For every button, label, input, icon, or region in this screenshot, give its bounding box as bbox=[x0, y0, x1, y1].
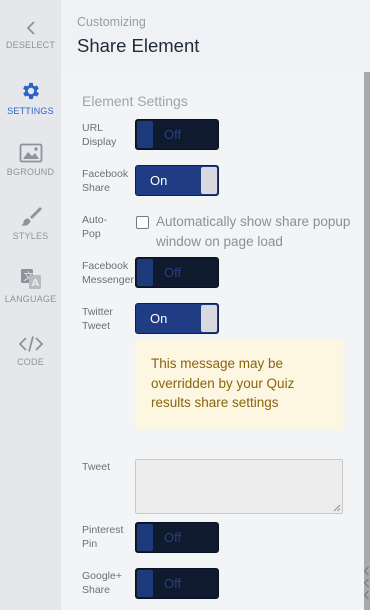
section-title: Element Settings bbox=[82, 93, 188, 109]
toggle-state: Off bbox=[164, 576, 182, 591]
sidebar-item-settings[interactable]: SETTINGS bbox=[0, 80, 61, 116]
toggle-state: On bbox=[150, 173, 168, 188]
resize-handle-icon[interactable] bbox=[333, 504, 341, 512]
drag-handle-icon[interactable] bbox=[363, 563, 370, 603]
auto-pop-checkbox[interactable] bbox=[136, 216, 149, 229]
sidebar-item-language[interactable]: 文 A LANGUAGE bbox=[0, 268, 61, 304]
gear-icon bbox=[22, 82, 39, 100]
page-title: Share Element bbox=[77, 35, 200, 56]
tweet-label: Tweet bbox=[82, 461, 111, 473]
sidebar-item-bground[interactable]: BGROUND bbox=[0, 143, 61, 177]
toggle-knob bbox=[137, 524, 153, 551]
facebook-messenger-label: Facebook Messenger bbox=[82, 260, 134, 286]
styles-label: STYLES bbox=[12, 231, 49, 241]
auto-pop-label: Auto-Pop bbox=[82, 214, 108, 240]
bground-label: BGROUND bbox=[6, 167, 55, 177]
pinterest-pin-toggle[interactable]: Off bbox=[135, 522, 219, 553]
google-share-toggle[interactable]: Off bbox=[135, 568, 219, 599]
panel-scrollbar[interactable] bbox=[364, 72, 370, 610]
facebook-share-toggle[interactable]: On bbox=[135, 165, 219, 196]
twitter-tweet-label: Twitter Tweet bbox=[82, 306, 113, 332]
toggle-knob bbox=[201, 305, 217, 332]
settings-label: SETTINGS bbox=[7, 106, 54, 116]
notice-text: This message may be overridden by your Q… bbox=[151, 356, 295, 410]
deselect-button[interactable]: DESELECT bbox=[0, 20, 61, 50]
element-settings-panel: Element Settings URL Display Off Faceboo… bbox=[61, 72, 364, 610]
toggle-knob bbox=[137, 259, 153, 286]
deselect-label: DESELECT bbox=[5, 40, 56, 50]
translate-icon: 文 A bbox=[20, 269, 41, 289]
auto-pop-description: Automatically show share popup window on… bbox=[156, 214, 351, 249]
share-settings-notice: This message may be overridden by your Q… bbox=[135, 340, 343, 430]
sidebar-item-styles[interactable]: STYLES bbox=[0, 205, 61, 241]
facebook-messenger-toggle[interactable]: Off bbox=[135, 257, 219, 288]
toggle-state: Off bbox=[164, 127, 182, 142]
toggle-knob bbox=[137, 570, 153, 597]
pinterest-pin-label: Pinterest Pin bbox=[82, 524, 124, 550]
chevron-left-icon bbox=[26, 21, 35, 35]
google-share-label: Google+ Share bbox=[82, 570, 122, 596]
twitter-tweet-toggle[interactable]: On bbox=[135, 303, 219, 334]
brush-icon bbox=[20, 207, 42, 226]
toggle-knob bbox=[137, 121, 153, 148]
image-icon bbox=[19, 143, 42, 163]
header-kicker: Customizing bbox=[77, 15, 146, 29]
sidebar-item-code[interactable]: CODE bbox=[0, 335, 61, 367]
url-display-toggle[interactable]: Off bbox=[135, 119, 219, 150]
toggle-knob bbox=[201, 167, 217, 194]
panel-header: Customizing Share Element bbox=[61, 0, 370, 72]
code-icon bbox=[18, 336, 43, 352]
toggle-state: Off bbox=[164, 265, 182, 280]
code-label: CODE bbox=[17, 357, 44, 367]
tweet-textarea[interactable] bbox=[135, 459, 343, 514]
svg-text:A: A bbox=[31, 278, 39, 289]
language-label: LANGUAGE bbox=[4, 294, 57, 304]
facebook-share-label: Facebook Share bbox=[82, 168, 129, 194]
left-sidebar: DESELECT SETTINGS BGROUND STYLES 文 A LAN… bbox=[0, 0, 61, 610]
toggle-state: Off bbox=[164, 530, 182, 545]
toggle-state: On bbox=[150, 311, 168, 326]
url-display-label: URL Display bbox=[82, 122, 117, 148]
